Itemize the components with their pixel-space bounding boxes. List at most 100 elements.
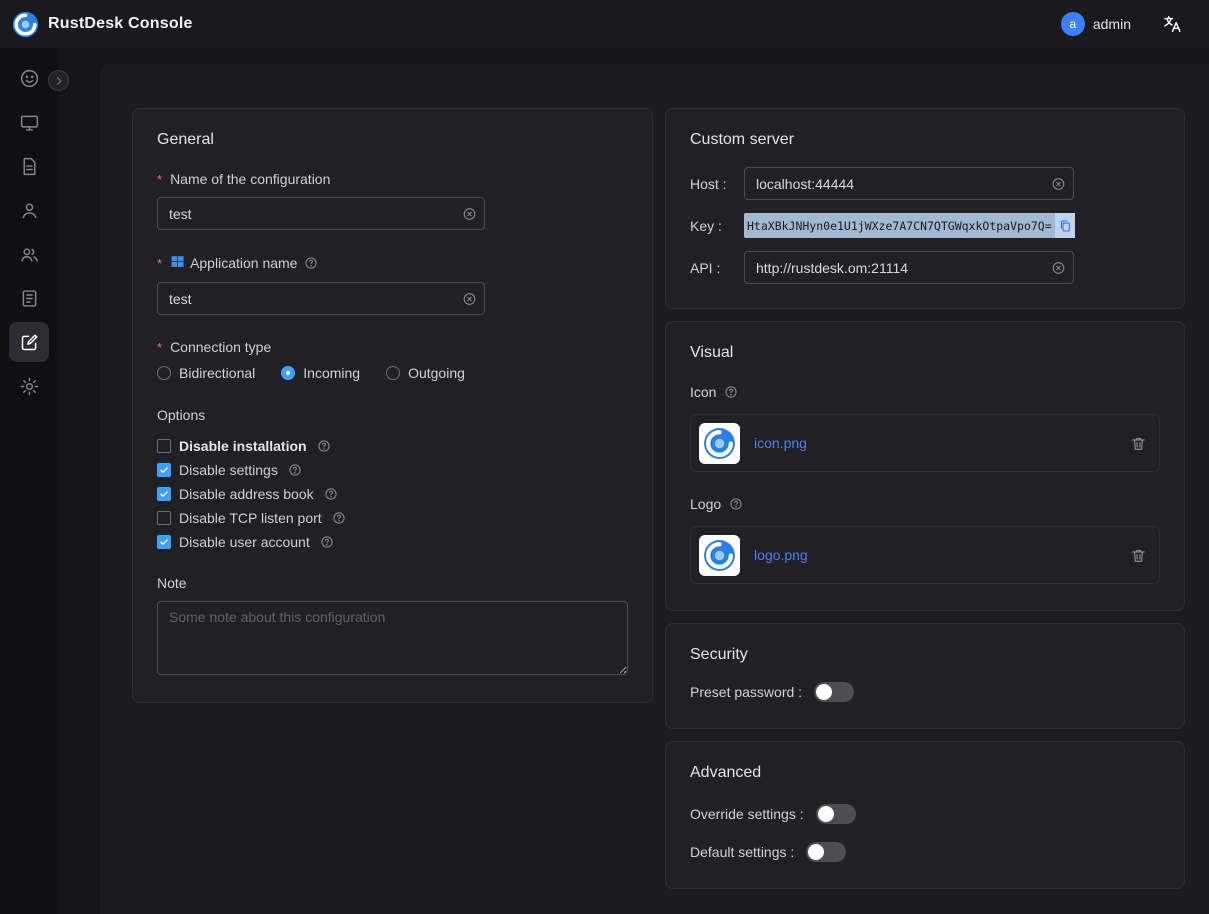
radio-label: Bidirectional	[179, 365, 255, 381]
override-settings-toggle[interactable]	[816, 804, 856, 824]
config-name-label: Name of the configuration	[157, 171, 628, 187]
sidebar-expand-button[interactable]	[48, 70, 69, 91]
checkbox-icon[interactable]	[157, 487, 171, 501]
radio-label: Incoming	[303, 365, 360, 381]
edit-icon	[19, 332, 40, 353]
sidebar-item-monitor[interactable]	[9, 102, 49, 142]
radio-circle-icon	[157, 366, 171, 380]
server-row: Host :	[690, 167, 1160, 200]
clear-icon[interactable]	[462, 206, 477, 221]
icon-file-box: icon.png	[690, 414, 1160, 472]
logo-file-link[interactable]: logo.png	[754, 547, 1130, 563]
option-disable-user-account[interactable]: Disable user account	[157, 531, 628, 553]
app-title: RustDesk Console	[48, 15, 193, 33]
security-title: Security	[690, 646, 1160, 664]
connection-type-label: Connection type	[157, 339, 628, 355]
sidebar-item-smiley[interactable]	[9, 58, 49, 98]
note-label-text: Note	[157, 575, 187, 591]
sidebar-item-gear[interactable]	[9, 366, 49, 406]
sidebar-item-document[interactable]	[9, 146, 49, 186]
top-bar: RustDesk Console a admin	[0, 0, 1209, 48]
radio-outgoing[interactable]: Outgoing	[386, 365, 465, 381]
option-disable-settings[interactable]: Disable settings	[157, 459, 628, 481]
logo-file-box: logo.png	[690, 526, 1160, 584]
user-icon	[19, 200, 40, 221]
help-icon	[729, 497, 743, 511]
icon-label-text: Icon	[690, 384, 716, 400]
preset-password-label: Preset password :	[690, 684, 802, 700]
server-input[interactable]	[744, 167, 1074, 200]
icon-preview	[699, 423, 740, 464]
option-label: Disable user account	[179, 534, 310, 550]
app-name-input[interactable]	[157, 282, 485, 315]
checkbox-icon[interactable]	[157, 463, 171, 477]
rustdesk-logo-icon	[12, 11, 39, 38]
default-settings-row: Default settings :	[690, 842, 1160, 862]
checkbox-icon[interactable]	[157, 439, 171, 453]
radio-bidirectional[interactable]: Bidirectional	[157, 365, 255, 381]
avatar[interactable]: a	[1061, 12, 1085, 36]
custom-server-card: Custom server Host :Key :HtaXBkJNHyn0e1U…	[665, 108, 1185, 309]
default-settings-toggle[interactable]	[806, 842, 846, 862]
user-menu[interactable]: a admin	[1061, 12, 1131, 36]
app-name-label-text: Application name	[190, 255, 297, 271]
radio-circle-icon	[386, 366, 400, 380]
gear-icon	[19, 376, 40, 397]
checkbox-icon[interactable]	[157, 511, 171, 525]
checkbox-icon[interactable]	[157, 535, 171, 549]
user-name: admin	[1093, 16, 1131, 32]
override-settings-label: Override settings :	[690, 806, 804, 822]
logo-label: Logo	[690, 496, 1160, 512]
server-row-label: API :	[690, 260, 734, 276]
content-area: General Name of the configuration Applic…	[58, 48, 1209, 914]
clear-icon[interactable]	[1051, 260, 1066, 275]
option-disable-address-book[interactable]: Disable address book	[157, 483, 628, 505]
option-disable-tcp-listen-port[interactable]: Disable TCP listen port	[157, 507, 628, 529]
note-textarea[interactable]	[157, 601, 628, 675]
preset-password-toggle[interactable]	[814, 682, 854, 702]
server-input-wrap	[744, 251, 1074, 284]
copy-icon[interactable]	[1055, 213, 1075, 238]
clear-icon[interactable]	[1051, 176, 1066, 191]
logbook-icon	[19, 288, 40, 309]
sidebar-item-logbook[interactable]	[9, 278, 49, 318]
logo-label-text: Logo	[690, 496, 721, 512]
help-icon	[320, 535, 334, 549]
main-panel: General Name of the configuration Applic…	[100, 64, 1209, 914]
config-name-label-text: Name of the configuration	[170, 171, 330, 187]
help-icon	[324, 487, 338, 501]
help-icon	[332, 511, 346, 525]
server-row: Key : HtaXBkJNHyn0e1U1jWXze7A7CN7QTGWqxkO…	[690, 213, 1160, 238]
app-name-label: Application name	[157, 254, 628, 272]
page-body: General Name of the configuration Applic…	[0, 48, 1209, 914]
help-icon	[288, 463, 302, 477]
help-icon	[724, 385, 738, 399]
override-settings-row: Override settings :	[690, 804, 1160, 824]
option-disable-installation[interactable]: Disable installation	[157, 435, 628, 457]
radio-circle-icon	[281, 366, 295, 380]
icon-file-link[interactable]: icon.png	[754, 435, 1130, 451]
left-column: General Name of the configuration Applic…	[132, 108, 653, 703]
icon-label: Icon	[690, 384, 1160, 400]
general-title: General	[157, 131, 628, 149]
trash-icon[interactable]	[1130, 435, 1147, 452]
default-settings-label: Default settings :	[690, 844, 794, 860]
key-field[interactable]: HtaXBkJNHyn0e1U1jWXze7A7CN7QTGWqxkOtpaVp…	[744, 213, 1086, 238]
server-row-label: Key :	[690, 218, 734, 234]
custom-server-rows: Host : Key : HtaXBkJNHyn0e1U1jWXze7A7CN7QT…	[690, 167, 1160, 284]
advanced-card: Advanced Override settings : Default set…	[665, 741, 1185, 889]
visual-title: Visual	[690, 344, 1160, 362]
sidebar-item-user[interactable]	[9, 190, 49, 230]
sidebar-item-users[interactable]	[9, 234, 49, 274]
radio-incoming[interactable]: Incoming	[281, 365, 360, 381]
sidebar-item-edit[interactable]	[9, 322, 49, 362]
help-icon	[304, 256, 318, 270]
trash-icon[interactable]	[1130, 547, 1147, 564]
option-label: Disable installation	[179, 438, 307, 454]
general-card: General Name of the configuration Applic…	[132, 108, 653, 703]
option-label: Disable settings	[179, 462, 278, 478]
config-name-input[interactable]	[157, 197, 485, 230]
translate-icon[interactable]	[1161, 13, 1183, 35]
server-input[interactable]	[744, 251, 1074, 284]
clear-icon[interactable]	[462, 291, 477, 306]
